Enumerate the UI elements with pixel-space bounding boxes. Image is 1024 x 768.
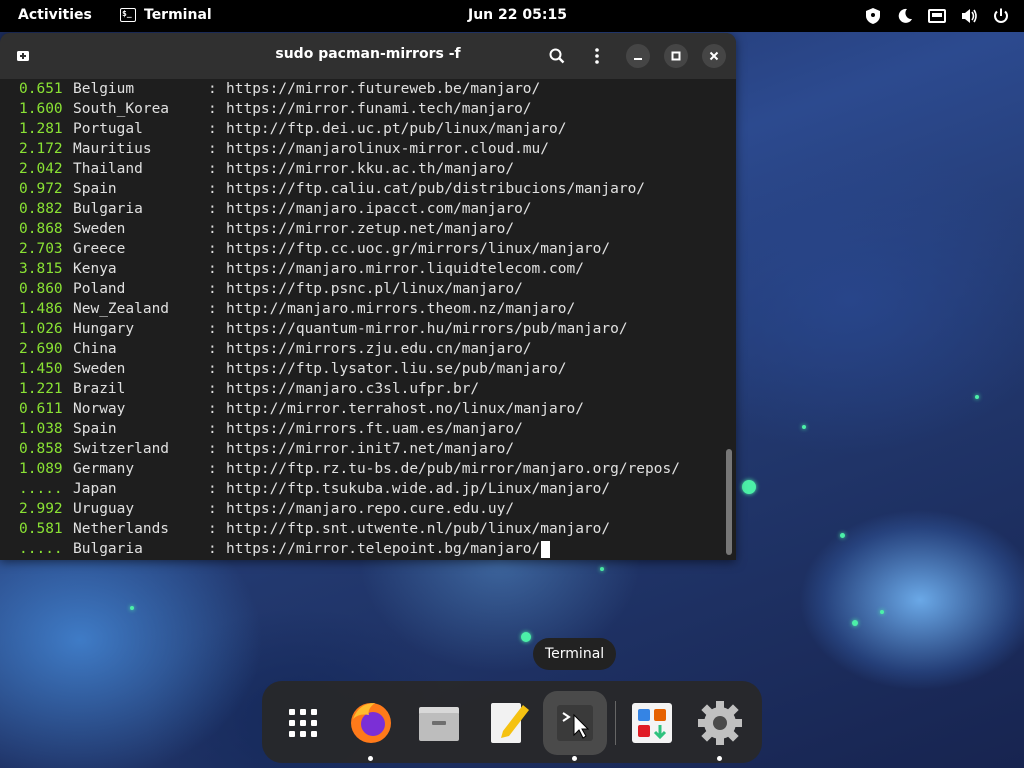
running-indicator	[717, 756, 722, 761]
terminal-icon[interactable]	[543, 691, 607, 761]
running-indicator	[368, 756, 373, 761]
settings-icon[interactable]	[688, 691, 752, 761]
system-tray[interactable]	[864, 7, 1010, 25]
network-icon[interactable]	[928, 7, 946, 25]
maximize-button[interactable]	[664, 44, 688, 68]
close-button[interactable]	[702, 44, 726, 68]
night-light-icon[interactable]	[896, 7, 914, 25]
scrollbar[interactable]	[726, 449, 732, 555]
firefox-icon[interactable]	[339, 691, 403, 761]
volume-icon[interactable]	[960, 7, 978, 25]
dock-separator	[615, 701, 616, 745]
top-bar: Activities $_ Terminal Jun 22 05:15	[0, 0, 1024, 32]
software-icon[interactable]	[620, 691, 684, 755]
text-cursor	[541, 540, 551, 558]
minimize-button[interactable]	[626, 44, 650, 68]
search-icon[interactable]	[545, 44, 569, 68]
terminal-output[interactable]: 0.651 Belgium: https://mirror.futureweb.be…	[0, 79, 736, 560]
activities-button[interactable]: Activities	[18, 7, 92, 23]
terminal-titlebar[interactable]: sudo pacman-mirrors -f	[0, 33, 736, 79]
privacy-icon[interactable]	[864, 7, 882, 25]
terminal-app-icon: $_	[120, 8, 136, 22]
dock-tooltip: Terminal	[533, 638, 617, 670]
app-grid-icon[interactable]	[271, 691, 335, 755]
app-menu[interactable]: $_ Terminal	[120, 7, 212, 23]
menu-icon[interactable]	[585, 44, 609, 68]
power-icon[interactable]	[992, 7, 1010, 25]
clock[interactable]: Jun 22 05:15	[468, 7, 567, 23]
running-indicator	[572, 756, 577, 761]
terminal-window[interactable]: sudo pacman-mirrors -f 0.651 Belgium: http…	[0, 33, 736, 560]
files-icon[interactable]	[407, 691, 471, 755]
dock	[262, 681, 762, 763]
text-editor-icon[interactable]	[475, 691, 539, 755]
app-menu-label: Terminal	[144, 7, 212, 23]
